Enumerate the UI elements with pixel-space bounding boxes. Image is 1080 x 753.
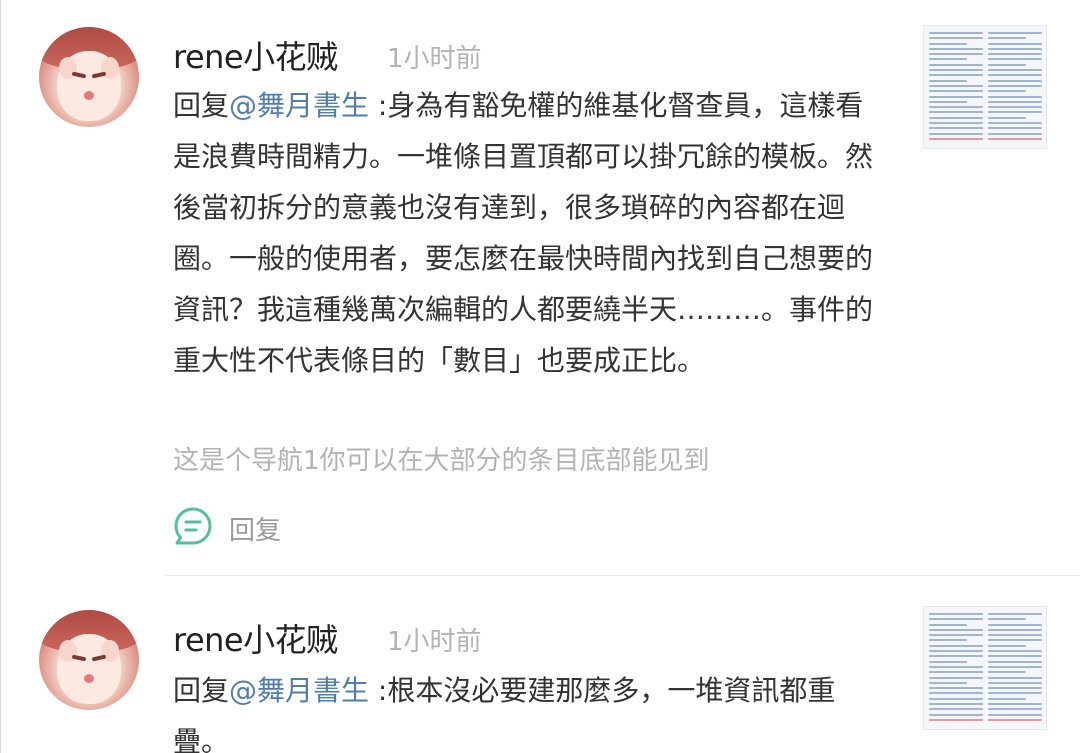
translation-note: 这是个导航1你可以在大部分的条目底部能见到 xyxy=(173,446,710,476)
comment-divider xyxy=(165,575,1080,576)
navigation-template-thumbnail[interactable] xyxy=(923,606,1047,730)
comment-feed: rene小花贼 1小时前 回复@舞月書生 :身為有豁免權的維基化督查員，這樣看是… xyxy=(0,0,1080,753)
comment-bubble-icon xyxy=(173,506,213,550)
comment-time: 1小时前 xyxy=(387,627,482,657)
mention-link[interactable]: @舞月書生 xyxy=(229,674,369,707)
navigation-template-thumbnail[interactable] xyxy=(923,25,1047,149)
user-avatar[interactable] xyxy=(39,27,139,127)
comment-text: :身為有豁免權的維基化督查員，這樣看是浪費時間精力。一堆條目置頂都可以掛冗餘的模… xyxy=(173,89,874,377)
username[interactable]: rene小花贼 xyxy=(173,615,338,661)
comment-item: rene小花贼 1小时前 回复@舞月書生 :身為有豁免權的維基化督查員，這樣看是… xyxy=(1,0,1080,576)
username[interactable]: rene小花贼 xyxy=(173,32,338,78)
comment-item: rene小花贼 1小时前 回复@舞月書生 :根本沒必要建那麼多，一堆資訊都重疊。 xyxy=(1,577,1080,753)
comment-body: 回复@舞月書生 :身為有豁免權的維基化督查員，這樣看是浪費時間精力。一堆條目置頂… xyxy=(173,80,873,386)
comment-time: 1小时前 xyxy=(387,44,482,74)
comment-body: 回复@舞月書生 :根本沒必要建那麼多，一堆資訊都重疊。 xyxy=(173,665,873,753)
reply-label: 回复 xyxy=(229,515,282,546)
reply-button[interactable]: 回复 xyxy=(173,506,282,550)
mention-link[interactable]: @舞月書生 xyxy=(229,89,369,122)
reply-prefix: 回复 xyxy=(173,89,230,122)
user-avatar[interactable] xyxy=(39,610,139,710)
reply-prefix: 回复 xyxy=(173,674,230,707)
